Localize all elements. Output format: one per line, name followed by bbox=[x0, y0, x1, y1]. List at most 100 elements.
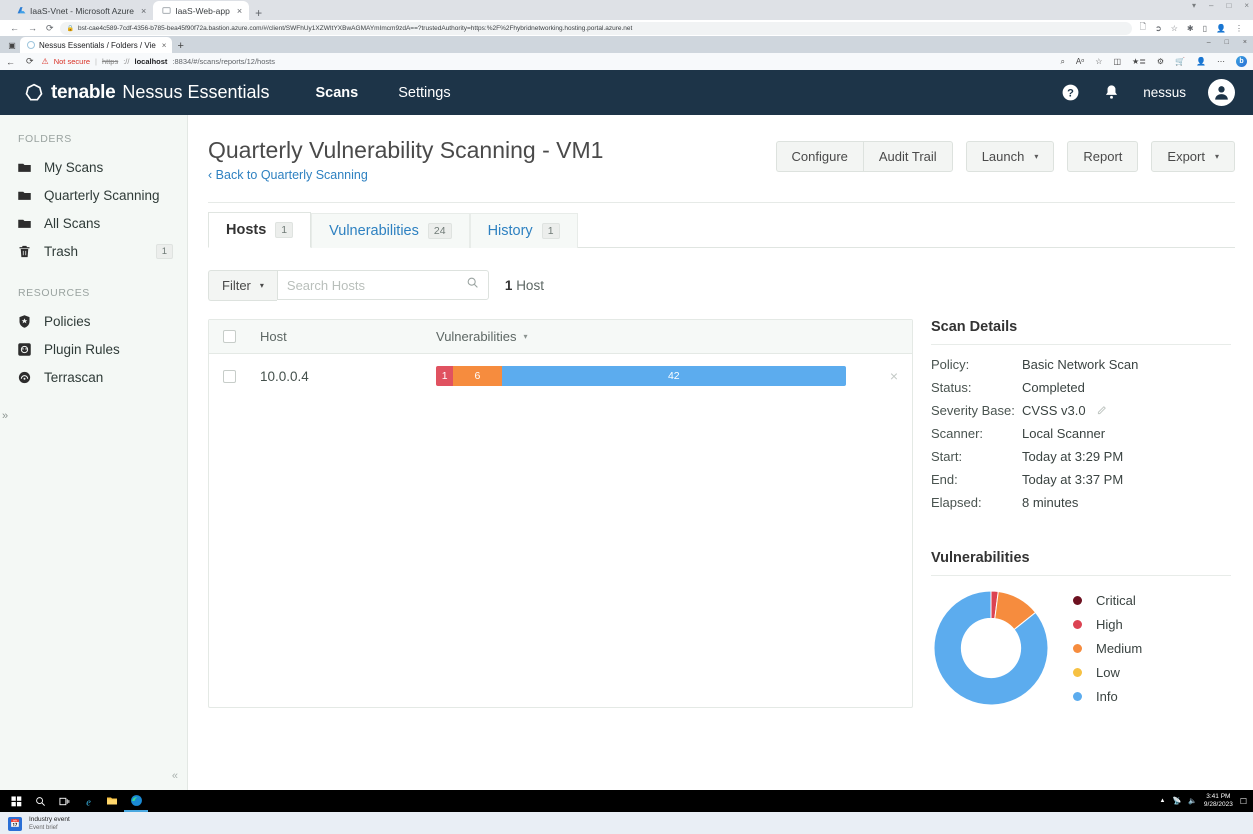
profile-icon[interactable]: 👤 bbox=[1196, 57, 1206, 66]
nav-scans[interactable]: Scans bbox=[301, 79, 372, 107]
inner-address-bar[interactable]: ⚠ Not secure | https://localhost:8834/#/… bbox=[42, 55, 1051, 69]
profile-icon[interactable]: 👤 bbox=[1216, 24, 1226, 33]
sidebar-item-terrascan[interactable]: Terrascan bbox=[0, 363, 187, 391]
read-aloud-icon[interactable]: Aᵒ bbox=[1076, 57, 1084, 66]
browser-essentials-icon[interactable]: ⚙ bbox=[1157, 57, 1164, 66]
detail-value: Completed bbox=[1022, 380, 1085, 396]
sidebar-item-all-scans[interactable]: All Scans bbox=[0, 209, 187, 237]
sidebar-collapse-icon[interactable]: « bbox=[172, 770, 178, 782]
filter-button[interactable]: Filter ▾ bbox=[208, 270, 277, 302]
show-hidden-icons-chevron[interactable]: ▲ bbox=[1160, 798, 1166, 804]
close-icon[interactable]: × bbox=[141, 6, 146, 16]
svg-text:?: ? bbox=[1067, 87, 1074, 99]
severity-segment-medium[interactable]: 6 bbox=[453, 366, 502, 387]
close-icon[interactable]: × bbox=[162, 41, 167, 50]
content-row: Host Vulnerabilities ▾ 10.0.0.4 1 6 42 ×… bbox=[208, 319, 1235, 709]
zoom-icon[interactable]: ⌕ bbox=[1060, 57, 1064, 67]
tab-actions-icon[interactable]: ▣ bbox=[4, 38, 20, 53]
sidebar-expand-icon[interactable]: » bbox=[2, 410, 8, 422]
bookmark-star-icon[interactable]: ☆ bbox=[1171, 24, 1178, 33]
sidepanel-icon[interactable]: ▯ bbox=[1203, 24, 1207, 33]
sidebar-item-my-scans[interactable]: My Scans bbox=[0, 153, 187, 181]
reload-icon[interactable]: ⟳ bbox=[26, 56, 34, 67]
collections-icon[interactable]: ★≣ bbox=[1132, 57, 1146, 66]
configure-button[interactable]: Configure bbox=[775, 141, 863, 172]
outer-address-bar[interactable]: 🔒 bst-cae4c589-7cdf-4356-b785-bea45f90f7… bbox=[59, 21, 1132, 35]
tab-search-icon[interactable]: 🗋 bbox=[1140, 21, 1146, 35]
sidebar-item-policies[interactable]: Policies bbox=[0, 307, 187, 335]
browser-tab-iaas-web-app[interactable]: IaaS-Web-app × bbox=[153, 1, 250, 20]
sidebar-item-trash[interactable]: Trash 1 bbox=[0, 237, 187, 265]
tab-vulnerabilities[interactable]: Vulnerabilities 24 bbox=[311, 213, 470, 249]
row-checkbox[interactable] bbox=[223, 369, 236, 383]
microsoft-edge-icon[interactable] bbox=[124, 790, 148, 812]
taskbar-clock[interactable]: 3:41 PM 9/28/2023 bbox=[1204, 793, 1233, 809]
notification-strip[interactable]: 📅 Industry event Event brief bbox=[0, 812, 1253, 834]
detail-key: Elapsed: bbox=[931, 495, 982, 511]
detail-key: Status: bbox=[931, 380, 972, 396]
back-link[interactable]: ‹ Back to Quarterly Scanning bbox=[208, 168, 368, 182]
tab-hosts[interactable]: Hosts 1 bbox=[208, 212, 312, 249]
menu-kebab-icon[interactable]: ⋮ bbox=[1235, 24, 1243, 33]
question-circle-icon[interactable]: ? bbox=[1061, 83, 1080, 102]
search-input[interactable] bbox=[286, 277, 466, 293]
chevron-down-icon[interactable]: ▾ bbox=[1192, 1, 1196, 10]
sort-caret-icon: ▾ bbox=[523, 332, 528, 342]
severity-segment-high[interactable]: 1 bbox=[436, 366, 454, 387]
table-row[interactable]: 10.0.0.4 1 6 42 × bbox=[209, 354, 912, 399]
column-header-host[interactable]: Host bbox=[260, 329, 436, 344]
task-view-icon[interactable] bbox=[52, 790, 76, 812]
close-window-icon[interactable]: × bbox=[1243, 39, 1247, 46]
search-icon[interactable] bbox=[28, 790, 52, 812]
back-icon[interactable]: ← bbox=[10, 23, 19, 33]
page-header: Quarterly Vulnerability Scanning - VM1 ‹… bbox=[208, 137, 1235, 184]
search-hosts-box[interactable] bbox=[276, 270, 489, 301]
severity-segment-info[interactable]: 42 bbox=[501, 366, 846, 387]
extensions-puzzle-icon[interactable]: ✱ bbox=[1187, 24, 1194, 33]
share-icon[interactable]: ➲ bbox=[1155, 24, 1162, 33]
bell-icon[interactable] bbox=[1102, 83, 1121, 102]
tab-history[interactable]: History 1 bbox=[469, 213, 578, 249]
sidebar-item-plugin-rules[interactable]: Plugin Rules bbox=[0, 335, 187, 363]
address-divider: | bbox=[95, 57, 97, 66]
close-icon[interactable]: × bbox=[237, 6, 242, 16]
reload-icon[interactable]: ⟳ bbox=[46, 23, 54, 34]
internet-explorer-icon[interactable]: e bbox=[76, 790, 100, 812]
maximize-icon[interactable]: □ bbox=[1226, 1, 1231, 10]
settings-ellipsis-icon[interactable]: ⋯ bbox=[1217, 57, 1225, 66]
maximize-icon[interactable]: □ bbox=[1225, 39, 1229, 46]
new-tab-button[interactable]: + bbox=[255, 7, 262, 19]
close-window-icon[interactable]: × bbox=[1244, 1, 1249, 10]
remove-host-icon[interactable]: × bbox=[890, 368, 898, 384]
launch-button[interactable]: Launch ▾ bbox=[965, 141, 1055, 172]
volume-icon[interactable]: 🔈 bbox=[1188, 797, 1197, 805]
browser-tab-nessus[interactable]: Nessus Essentials / Folders / Vie × bbox=[20, 37, 173, 53]
sidebar-item-label: Quarterly Scanning bbox=[44, 187, 160, 203]
browser-tab-azure-label: IaaS-Vnet - Microsoft Azure bbox=[30, 5, 134, 16]
shopping-icon[interactable]: 🛒 bbox=[1175, 57, 1185, 66]
new-tab-button[interactable]: + bbox=[177, 41, 183, 52]
minimize-icon[interactable]: – bbox=[1207, 39, 1211, 46]
search-icon[interactable] bbox=[466, 276, 479, 294]
select-all-checkbox[interactable] bbox=[223, 330, 236, 344]
browser-tab-azure[interactable]: IaaS-Vnet - Microsoft Azure × bbox=[8, 1, 153, 20]
favorite-star-icon[interactable]: ☆ bbox=[1095, 57, 1102, 66]
audit-trail-button[interactable]: Audit Trail bbox=[862, 141, 953, 172]
export-button[interactable]: Export ▾ bbox=[1151, 141, 1235, 172]
split-screen-icon[interactable]: ◫ bbox=[1113, 57, 1121, 66]
forward-icon[interactable]: → bbox=[28, 23, 37, 33]
file-explorer-icon[interactable] bbox=[100, 790, 124, 812]
minimize-icon[interactable]: – bbox=[1209, 1, 1213, 10]
inner-nav-buttons: ← ⟳ bbox=[6, 56, 42, 67]
copilot-bing-icon[interactable]: b bbox=[1236, 56, 1247, 67]
nav-settings[interactable]: Settings bbox=[384, 79, 464, 107]
sidebar-item-quarterly-scanning[interactable]: Quarterly Scanning bbox=[0, 181, 187, 209]
user-avatar-icon[interactable] bbox=[1208, 79, 1235, 106]
windows-start-icon[interactable] bbox=[4, 790, 28, 812]
network-icon[interactable]: 📡 bbox=[1172, 797, 1181, 805]
notification-icon[interactable]: ☐ bbox=[1240, 797, 1247, 806]
report-button[interactable]: Report bbox=[1067, 141, 1139, 172]
back-icon[interactable]: ← bbox=[6, 57, 15, 67]
pencil-icon[interactable] bbox=[1097, 404, 1108, 418]
column-header-vulnerabilities[interactable]: Vulnerabilities ▾ bbox=[436, 329, 527, 344]
